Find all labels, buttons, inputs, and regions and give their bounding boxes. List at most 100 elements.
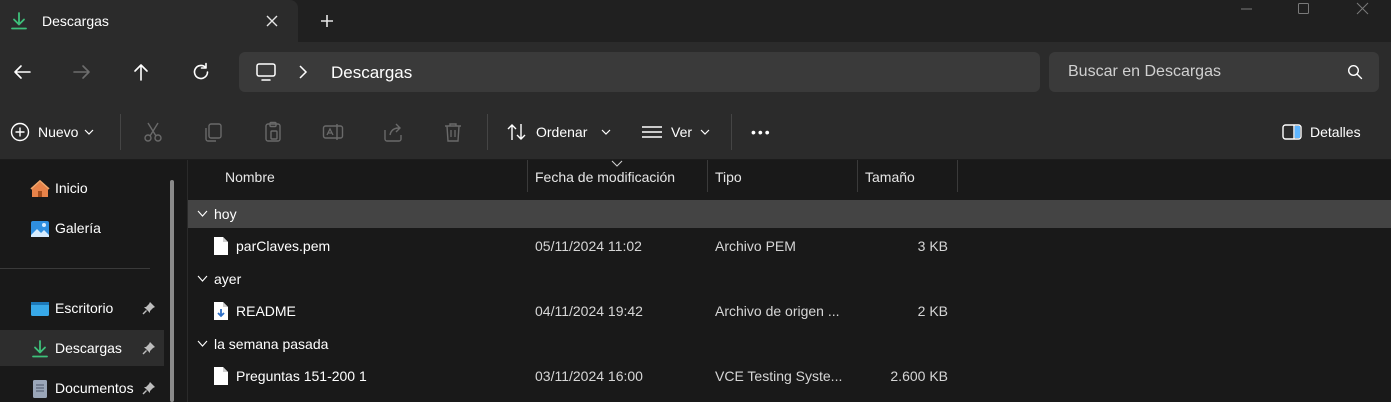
sidebar-item-galeria[interactable]: Galería <box>0 210 164 246</box>
computer-icon[interactable] <box>255 61 277 83</box>
navigation-bar: Descargas Buscar en Descargas <box>0 42 1391 102</box>
chevron-down-icon <box>197 275 208 282</box>
toolbar-divider <box>731 114 732 150</box>
sidebar-item-label: Escritorio <box>55 300 114 316</box>
delete-icon[interactable] <box>441 120 465 144</box>
copy-icon[interactable] <box>201 120 225 144</box>
sidebar-item-label: Descargas <box>55 340 122 356</box>
column-divider[interactable] <box>527 160 528 192</box>
cut-icon[interactable] <box>141 120 165 144</box>
file-modified: 03/11/2024 16:00 <box>535 368 643 384</box>
pin-icon[interactable] <box>142 301 156 315</box>
sidebar-item-label: Documentos <box>55 380 134 396</box>
group-header-ayer[interactable]: ayer <box>188 265 1391 293</box>
file-row[interactable]: parClaves.pem 05/11/2024 11:02 Archivo P… <box>188 229 1391 263</box>
column-divider[interactable] <box>857 160 858 192</box>
view-button[interactable]: Ver <box>641 120 710 144</box>
navigation-pane: Inicio Galería Escritorio Descargas Docu… <box>0 160 184 402</box>
minimize-button[interactable] <box>1224 0 1270 20</box>
details-pane-icon <box>1282 124 1302 140</box>
command-bar: Nuevo Ordenar Ver ••• Detalles <box>0 102 1391 160</box>
toolbar-divider <box>487 114 488 150</box>
source-file-icon <box>214 302 228 320</box>
plus-circle-icon <box>10 122 30 142</box>
more-options-button[interactable]: ••• <box>745 120 772 144</box>
breadcrumb-descargas[interactable]: Descargas <box>331 63 412 83</box>
column-header-type[interactable]: Tipo <box>715 160 742 193</box>
close-icon <box>266 15 278 27</box>
group-label: hoy <box>214 206 237 222</box>
sort-button-label: Ordenar <box>536 124 588 140</box>
view-button-label: Ver <box>671 124 693 140</box>
file-row[interactable]: Preguntas 151-200 1 03/11/2024 16:00 VCE… <box>188 359 1391 393</box>
sidebar-item-descargas[interactable]: Descargas <box>0 330 164 366</box>
download-icon <box>32 340 48 358</box>
maximize-icon <box>1298 3 1309 14</box>
chevron-down-icon <box>700 129 710 135</box>
refresh-icon[interactable] <box>190 61 212 83</box>
pin-icon[interactable] <box>142 341 156 355</box>
new-button[interactable]: Nuevo <box>10 120 94 144</box>
view-list-icon <box>642 126 662 138</box>
chevron-right-icon[interactable] <box>297 63 309 81</box>
column-divider[interactable] <box>707 160 708 192</box>
new-button-label: Nuevo <box>38 124 79 140</box>
up-arrow-icon[interactable] <box>130 61 152 83</box>
search-input[interactable]: Buscar en Descargas <box>1068 63 1221 81</box>
documents-icon <box>33 380 47 398</box>
details-button-label: Detalles <box>1310 124 1361 140</box>
close-icon <box>1356 2 1369 15</box>
file-modified: 04/11/2024 19:42 <box>535 303 643 319</box>
details-button[interactable]: Detalles <box>1282 120 1361 144</box>
file-modified: 05/11/2024 11:02 <box>535 238 642 254</box>
gallery-icon <box>31 221 49 237</box>
chevron-down-icon <box>85 129 94 135</box>
file-type: VCE Testing Syste... <box>715 368 843 384</box>
new-tab-button[interactable] <box>316 10 338 32</box>
share-icon[interactable] <box>381 120 405 144</box>
column-divider[interactable] <box>957 160 958 192</box>
column-header-name[interactable]: Nombre <box>225 160 275 193</box>
more-options-label: ••• <box>751 124 772 140</box>
file-size: 2 KB <box>917 303 948 319</box>
sidebar-item-label: Inicio <box>55 180 88 196</box>
file-size: 3 KB <box>917 238 948 254</box>
file-list: Nombre Fecha de modificación Tipo Tamaño… <box>187 160 1391 402</box>
sidebar-item-documentos[interactable]: Documentos <box>0 370 164 402</box>
file-icon <box>214 367 228 385</box>
file-row[interactable]: README 04/11/2024 19:42 Archivo de orige… <box>188 294 1391 328</box>
home-icon <box>30 179 50 197</box>
sidebar-item-label: Galería <box>55 220 101 236</box>
close-window-button[interactable] <box>1340 0 1386 20</box>
search-icon[interactable] <box>1347 64 1363 80</box>
file-type: Archivo de origen ... <box>715 303 840 319</box>
sort-button[interactable]: Ordenar <box>506 120 611 144</box>
column-header-modified[interactable]: Fecha de modificación <box>535 160 675 193</box>
paste-icon[interactable] <box>261 120 285 144</box>
search-box[interactable]: Buscar en Descargas <box>1049 52 1379 92</box>
download-icon <box>11 12 27 30</box>
file-icon <box>214 237 228 255</box>
close-tab-button[interactable] <box>262 10 282 32</box>
column-header-size[interactable]: Tamaño <box>865 160 915 193</box>
sidebar-item-escritorio[interactable]: Escritorio <box>0 290 164 326</box>
group-label: ayer <box>214 271 242 287</box>
maximize-button[interactable] <box>1281 0 1327 20</box>
group-header-hoy[interactable]: hoy <box>188 200 1391 228</box>
rename-icon[interactable] <box>321 120 345 144</box>
file-type: Archivo PEM <box>715 238 796 254</box>
back-arrow-icon[interactable] <box>11 61 33 83</box>
sidebar-divider <box>0 268 150 269</box>
group-header-la-semana-pasada[interactable]: la semana pasada <box>188 330 1391 358</box>
tab-descargas[interactable]: Descargas <box>0 0 298 42</box>
pin-icon[interactable] <box>142 381 156 395</box>
chevron-down-icon <box>197 210 208 217</box>
sidebar-item-inicio[interactable]: Inicio <box>0 170 164 206</box>
forward-arrow-icon[interactable] <box>71 61 93 83</box>
file-size: 2.600 KB <box>890 368 948 384</box>
chevron-down-icon <box>601 129 611 135</box>
sidebar-scrollbar[interactable] <box>170 180 174 402</box>
file-name: parClaves.pem <box>236 238 331 254</box>
minimize-icon <box>1241 8 1252 10</box>
address-bar[interactable]: Descargas <box>239 52 1040 92</box>
